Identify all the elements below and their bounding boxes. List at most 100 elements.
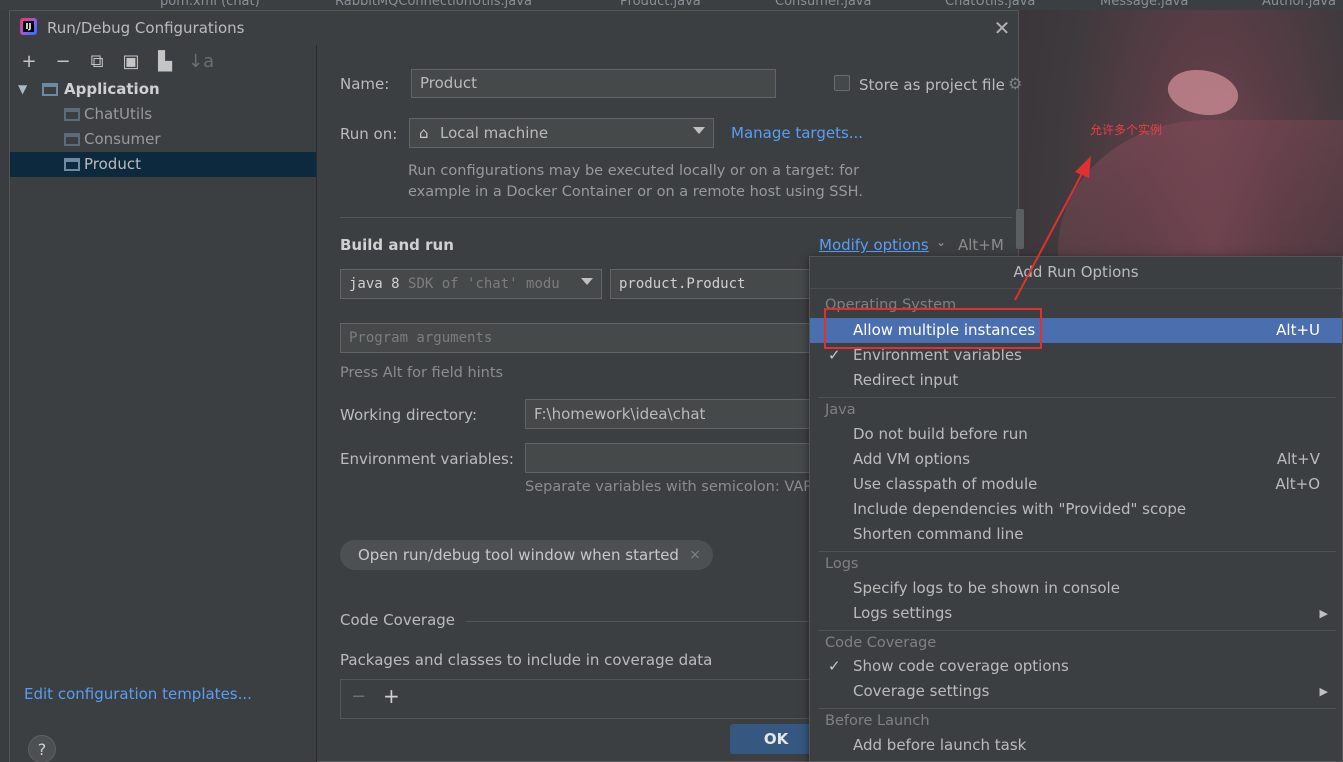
manage-targets-link[interactable]: Manage targets... [731, 124, 863, 142]
home-icon: ⌂ [419, 124, 429, 142]
chevron-right-icon: ▶ [1319, 607, 1328, 620]
edit-templates-link[interactable]: Edit configuration templates... [24, 685, 252, 703]
close-icon[interactable]: ✕ [986, 15, 1018, 41]
dialog-title: Run/Debug Configurations [47, 19, 245, 37]
modify-options-shortcut: Alt+M [958, 236, 1004, 254]
separator [340, 217, 1012, 218]
tree-node-consumer[interactable]: Consumer [10, 127, 316, 152]
store-as-project-checkbox[interactable] [834, 75, 850, 91]
separator [818, 551, 1336, 552]
option-label: Redirect input [853, 371, 959, 389]
run-on-value: Local machine [440, 124, 549, 142]
add-configuration-button[interactable]: + [18, 51, 40, 73]
chevron-right-icon: ▶ [1319, 685, 1328, 698]
option-label: Add before launch task [853, 736, 1027, 754]
separator [466, 621, 821, 622]
add-coverage-entry-button[interactable]: + [383, 684, 400, 708]
tree-node-product[interactable]: Product [10, 152, 316, 177]
option-show-coverage[interactable]: ✓ Show code coverage options [810, 654, 1342, 679]
option-include-provided[interactable]: Include dependencies with "Provided" sco… [810, 497, 1342, 522]
store-as-project-label: Store as project file [859, 76, 1005, 94]
name-label: Name: [340, 75, 390, 93]
close-icon[interactable]: × [689, 540, 701, 570]
coverage-packages-table: − + [340, 679, 821, 719]
editor-tab-strip: pom.xml (chat) RabbitMQConnectionUtils.j… [0, 0, 1343, 10]
remove-coverage-entry-button[interactable]: − [351, 686, 366, 707]
separator [818, 630, 1336, 631]
option-logs-in-console[interactable]: Specify logs to be shown in console [810, 576, 1342, 601]
configurations-tree: ▼ Application ChatUtils Consumer Product [10, 77, 316, 177]
run-on-hint-line-1: Run configurations may be executed local… [408, 163, 860, 179]
gear-icon[interactable]: ⚙ [1008, 74, 1022, 93]
dialog-titlebar: IJ Run/Debug Configurations ✕ [10, 11, 1018, 45]
option-add-before-launch-task[interactable]: Add before launch task [810, 733, 1342, 758]
option-add-vm-options[interactable]: Add VM options Alt+V [810, 447, 1342, 472]
code-coverage-title: Code Coverage [340, 611, 456, 629]
modify-options-link[interactable]: Modify options [819, 236, 929, 254]
group-logs: Logs [825, 556, 859, 572]
move-into-folder-button[interactable]: ▙ [154, 51, 176, 73]
copy-configuration-button[interactable]: ⧉ [86, 51, 108, 73]
editor-tab[interactable]: ChatUtils.java [945, 0, 1035, 10]
editor-tab[interactable]: RabbitMQConnectionUtils.java [335, 0, 532, 10]
jre-hint: SDK of 'chat' modu [408, 276, 560, 292]
editor-gutter [0, 10, 9, 762]
program-arguments-input[interactable]: Program arguments [340, 323, 820, 353]
run-on-dropdown[interactable]: ⌂ Local machine [409, 118, 714, 148]
option-use-classpath[interactable]: Use classpath of module Alt+O [810, 472, 1342, 497]
background-petal [1162, 59, 1244, 126]
run-on-hint-line-2: example in a Docker Container or on a re… [408, 184, 863, 200]
application-config-icon [64, 108, 80, 121]
separator [818, 708, 1336, 709]
annotation-highlight-box [824, 308, 1042, 349]
coverage-packages-label: Packages and classes to include in cover… [340, 651, 713, 669]
option-label: Specify logs to be shown in console [853, 579, 1120, 597]
jre-value: java 8 [349, 276, 400, 292]
group-before-launch: Before Launch [825, 713, 930, 729]
editor-tab[interactable]: Product.java [620, 0, 701, 10]
working-directory-input[interactable]: F:\homework\idea\chat [525, 399, 820, 429]
build-and-run-title: Build and run [340, 236, 454, 254]
option-coverage-settings[interactable]: Coverage settings ▶ [810, 679, 1342, 704]
tree-node-chatutils[interactable]: ChatUtils [10, 102, 316, 127]
editor-tab[interactable]: Message.java [1100, 0, 1188, 10]
name-input[interactable]: Product [411, 69, 776, 98]
configurations-toolbar: + − ⧉ ▣ ▙ ↓a [18, 51, 214, 73]
environment-variables-input[interactable] [525, 443, 820, 473]
option-logs-settings[interactable]: Logs settings ▶ [810, 601, 1342, 626]
chevron-down-icon[interactable]: ▼ [18, 77, 27, 102]
tree-node-application[interactable]: ▼ Application [10, 77, 316, 102]
tree-node-label: Application [64, 80, 160, 98]
save-configuration-button[interactable]: ▣ [120, 51, 142, 73]
tree-node-label: ChatUtils [84, 105, 153, 123]
editor-tab[interactable]: Consumer.java [775, 0, 871, 10]
intellij-app-icon: IJ [20, 18, 37, 35]
open-tool-window-chip[interactable]: Open run/debug tool window when started … [340, 540, 713, 570]
option-label: Include dependencies with "Provided" sco… [853, 500, 1187, 518]
option-label: Show code coverage options [853, 657, 1069, 675]
option-do-not-build[interactable]: Do not build before run [810, 422, 1342, 447]
option-redirect-input[interactable]: Redirect input [810, 368, 1342, 393]
option-shorten-command-line[interactable]: Shorten command line [810, 522, 1342, 547]
option-label: Use classpath of module [853, 475, 1038, 493]
option-label: Do not build before run [853, 425, 1028, 443]
group-code-coverage: Code Coverage [825, 635, 937, 651]
editor-tab[interactable]: pom.xml (chat) [160, 0, 260, 10]
application-config-icon [42, 83, 58, 96]
annotation-arrow [1014, 156, 1091, 301]
option-label: Shorten command line [853, 525, 1024, 543]
remove-configuration-button[interactable]: − [52, 51, 74, 73]
help-button[interactable]: ? [28, 735, 56, 762]
application-config-icon [64, 133, 80, 146]
editor-tab[interactable]: Author.java [1262, 0, 1336, 10]
checkmark-icon: ✓ [828, 657, 841, 675]
jre-dropdown[interactable]: java 8 SDK of 'chat' modu [340, 269, 602, 299]
working-directory-label: Working directory: [340, 406, 478, 424]
separator [818, 397, 1336, 398]
sort-configurations-button[interactable]: ↓a [188, 51, 214, 73]
main-class-input[interactable]: product.Product [610, 269, 820, 299]
option-shortcut: Alt+V [1276, 450, 1320, 468]
run-on-label: Run on: [340, 125, 398, 143]
chevron-down-icon [581, 278, 593, 285]
option-shortcut: Alt+O [1275, 475, 1320, 493]
